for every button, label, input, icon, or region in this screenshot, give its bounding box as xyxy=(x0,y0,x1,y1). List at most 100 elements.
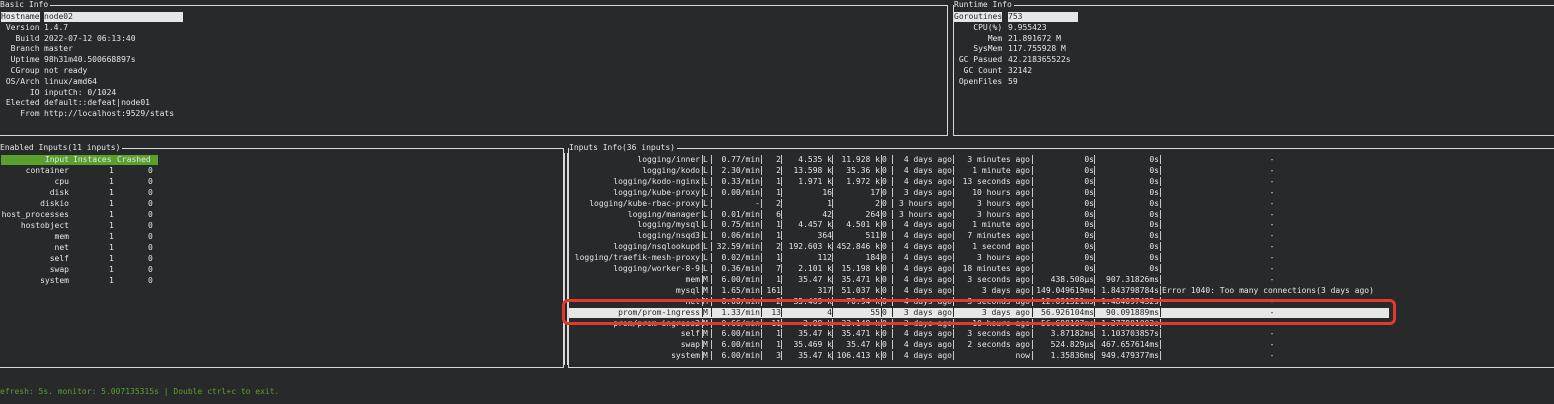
input-freq-cell: 6.00/min xyxy=(721,329,760,339)
input-freq-cell: 0.01/min xyxy=(721,209,760,219)
column-separator xyxy=(1094,285,1095,295)
input-total-cell: 17 xyxy=(870,187,880,197)
input-total-cell: 11.928 k xyxy=(841,155,880,164)
input-name-cell: logging/kodo-nginx xyxy=(613,176,700,186)
input-first-cell: 3 days ago xyxy=(903,187,952,197)
input-n-cell: 1 xyxy=(776,340,781,350)
input-instances: 1 xyxy=(109,188,114,197)
column-separator xyxy=(892,176,893,186)
input-crashed: 0 xyxy=(148,221,153,230)
column-separator xyxy=(761,253,762,263)
input-freq-cell: 0.75/min xyxy=(721,220,760,230)
column-separator xyxy=(1160,231,1161,241)
info-label: GC Count xyxy=(954,66,1003,75)
input-total-cell: 35.471 k xyxy=(841,274,880,284)
input-pts-cell: 42 xyxy=(822,209,832,219)
info-label: IO xyxy=(1,87,40,97)
column-separator xyxy=(892,340,893,350)
input-cat-cell: M xyxy=(703,285,708,295)
status-footer: efresh: 5s. monitor: 5.007135315s | Doub… xyxy=(0,387,280,396)
info-value: 1.4.7 xyxy=(44,22,69,32)
info-label: GC Pasued xyxy=(954,55,1003,65)
column-header-instances: Instaces xyxy=(73,155,112,164)
input-first-cell: 4 days ago xyxy=(903,351,952,361)
input-err-cell: 0 xyxy=(882,220,887,230)
enabled-inputs-title: Enabled Inputs(11 inputs) xyxy=(0,143,123,153)
info-label: Goroutines xyxy=(954,12,1003,22)
input-n-cell: 1 xyxy=(776,274,781,284)
input-freq-cell: - xyxy=(755,198,760,208)
input-err-cell: 0 xyxy=(882,351,887,361)
input-max-cell: 907.31826ms xyxy=(1106,274,1159,284)
info-value: 98h31m40.500668897s xyxy=(44,55,136,65)
column-separator xyxy=(711,176,712,186)
input-last-cell: 2 seconds ago xyxy=(967,340,1030,350)
input-crashed: 0 xyxy=(148,276,153,285)
input-cat-cell: L xyxy=(703,198,708,208)
input-name: hostobject xyxy=(20,221,69,230)
column-separator xyxy=(832,176,833,186)
input-err-cell: 0 xyxy=(882,155,887,164)
column-separator xyxy=(761,242,762,252)
input-last-cell: 3 hours ago xyxy=(977,209,1030,219)
input-name: system xyxy=(40,276,69,285)
input-name: cpu xyxy=(54,177,69,186)
column-separator xyxy=(953,264,954,273)
info-value: not ready xyxy=(44,66,88,75)
input-crashed: 0 xyxy=(148,232,153,241)
input-msg-cell: - xyxy=(1269,242,1275,252)
input-n-cell: 1 xyxy=(776,231,781,241)
column-separator xyxy=(1160,176,1161,186)
basic-info-title: Basic Info xyxy=(0,0,51,10)
input-first-cell: 4 days ago xyxy=(903,253,952,263)
highlight-annotation xyxy=(562,299,1396,325)
terminal-window: Basic Info Hostname node02 Version 1.4.7 B… xyxy=(0,0,1554,404)
column-separator xyxy=(1160,155,1161,164)
column-separator xyxy=(953,274,954,284)
column-separator xyxy=(892,264,893,273)
input-n-cell: 1 xyxy=(776,220,781,230)
column-separator xyxy=(781,340,782,350)
input-name-cell: mysql xyxy=(675,285,700,295)
input-avg-cell: 0s xyxy=(1084,155,1094,164)
input-avg-cell: 1.35836ms xyxy=(1050,351,1094,361)
column-separator xyxy=(1094,165,1095,175)
input-pts-cell: 1.971 k xyxy=(798,176,832,186)
column-separator xyxy=(1032,209,1033,219)
column-separator xyxy=(702,187,703,197)
column-separator xyxy=(1094,264,1095,273)
column-separator xyxy=(832,231,833,241)
input-name-cell: logging/kodo xyxy=(642,165,700,175)
column-separator xyxy=(892,329,893,339)
column-separator xyxy=(892,253,893,263)
input-crashed: 0 xyxy=(148,210,153,219)
column-separator xyxy=(832,264,833,273)
input-name-cell: logging/kube-proxy xyxy=(613,187,700,197)
column-separator xyxy=(711,285,712,295)
input-freq-cell: 0.77/min xyxy=(721,155,760,164)
column-separator xyxy=(881,165,882,175)
column-separator xyxy=(892,231,893,241)
input-max-cell: 949.479377ms xyxy=(1101,351,1159,361)
input-first-cell: 4 days ago xyxy=(903,242,952,252)
column-separator xyxy=(953,198,954,208)
input-name: mem xyxy=(54,232,69,241)
input-last-cell: 3 days ago xyxy=(981,285,1030,295)
input-avg-cell: 0s xyxy=(1084,242,1094,252)
column-separator xyxy=(702,209,703,219)
column-separator xyxy=(761,187,762,197)
column-separator xyxy=(1160,340,1161,350)
input-n-cell: 6 xyxy=(776,209,781,219)
input-last-cell: 3 hours ago xyxy=(977,198,1030,208)
input-total-cell: 1.972 k xyxy=(846,176,880,186)
column-separator xyxy=(781,231,782,241)
column-separator xyxy=(1160,351,1161,361)
column-separator xyxy=(1094,351,1095,361)
input-avg-cell: 524.829µs xyxy=(1050,340,1094,350)
input-name-cell: logging/worker-8-9 xyxy=(613,264,700,273)
column-separator xyxy=(1032,176,1033,186)
input-name-cell: logging/nsqd3 xyxy=(637,231,700,241)
input-max-cell: 1.843798784s xyxy=(1101,285,1159,295)
input-instances: 1 xyxy=(109,265,114,274)
input-instances: 1 xyxy=(109,243,114,252)
